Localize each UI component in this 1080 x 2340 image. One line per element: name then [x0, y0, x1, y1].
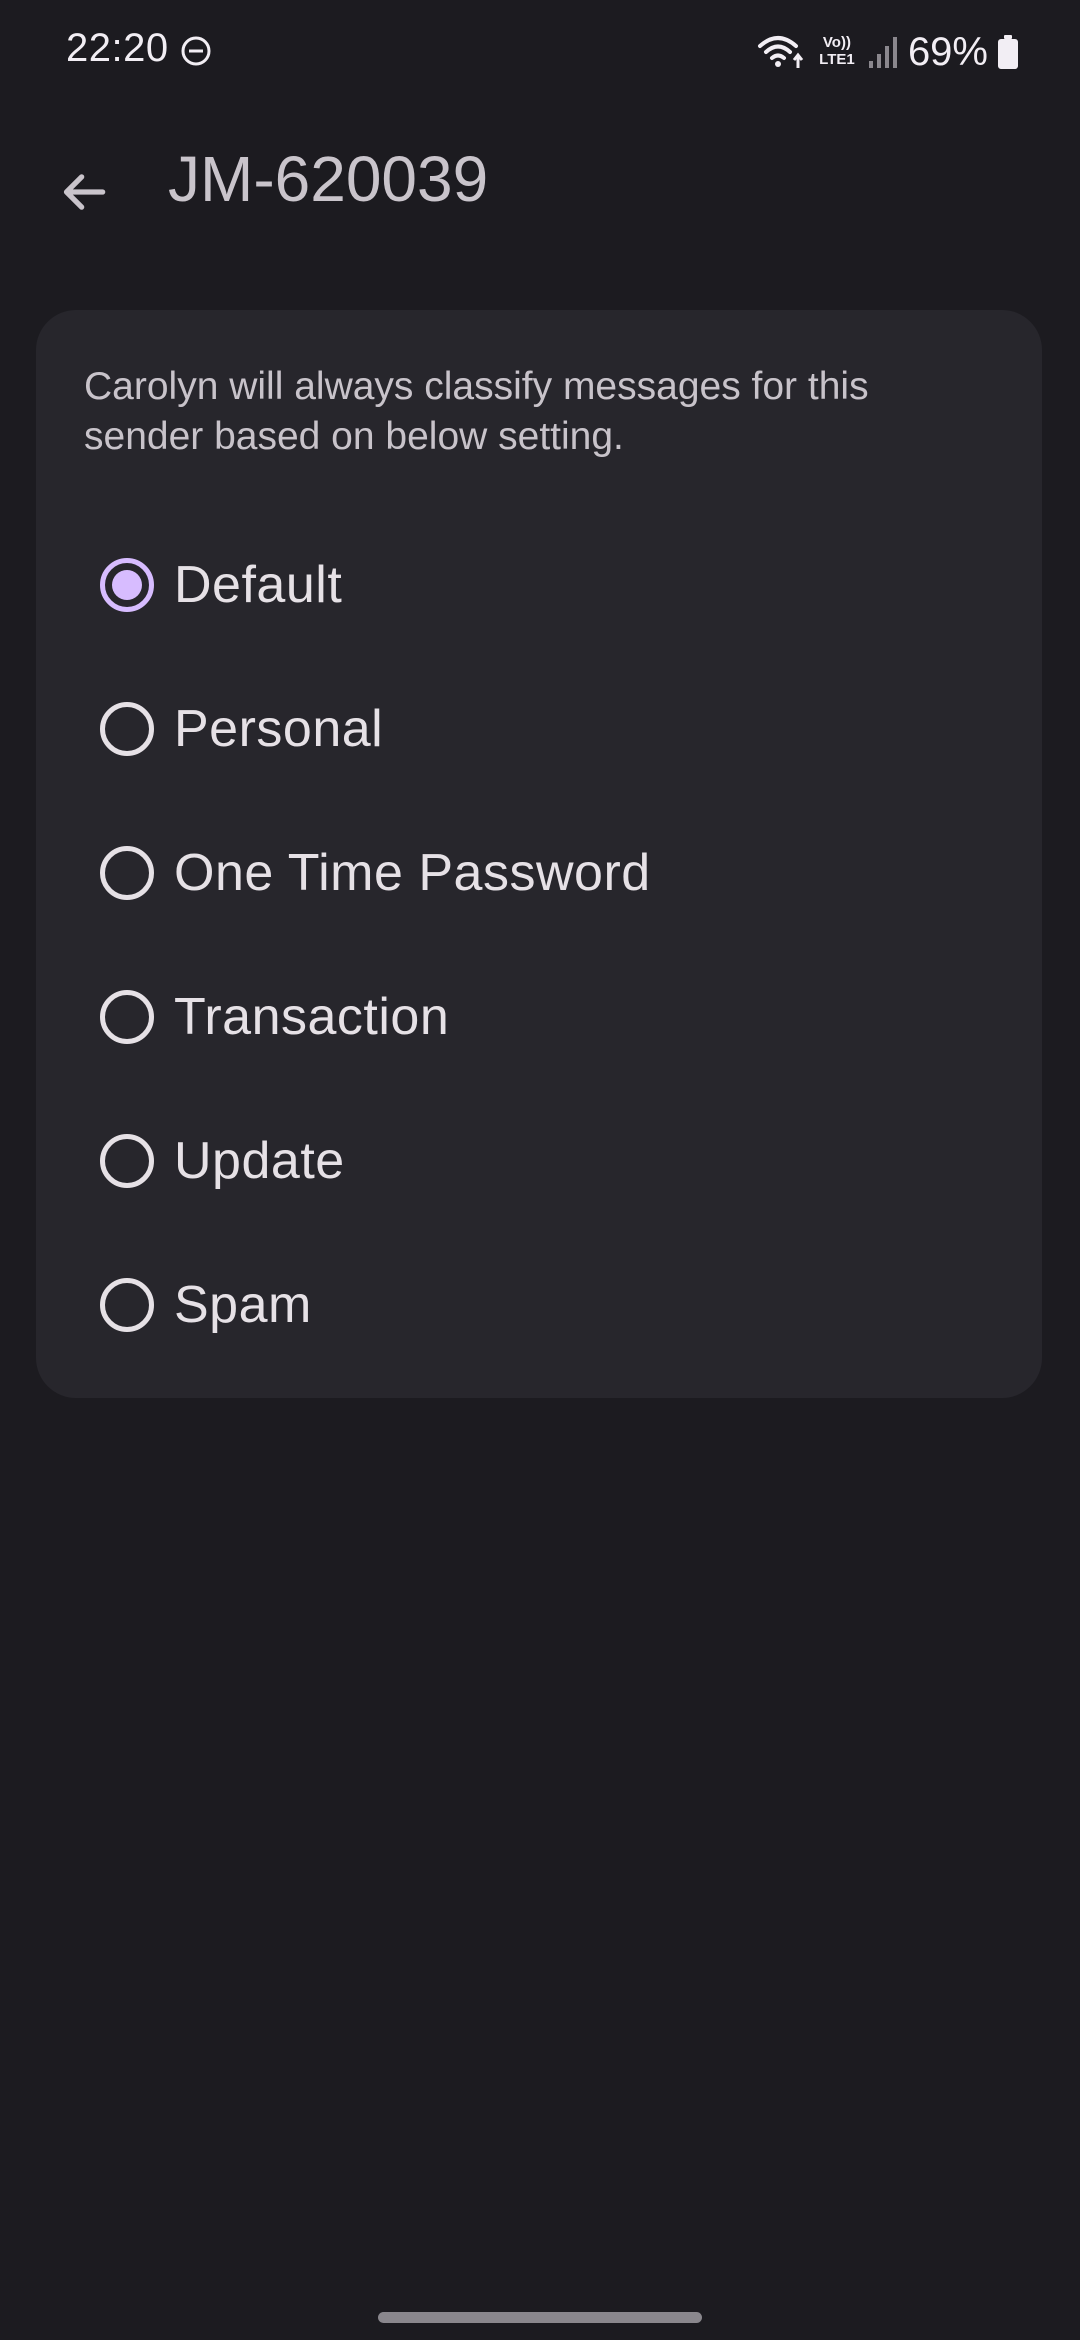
radio-button[interactable] — [100, 1134, 154, 1188]
status-bar: 22:20 Vo)) LTE1 69% — [0, 0, 1080, 100]
option-transaction[interactable]: Transaction — [94, 967, 994, 1067]
battery-percent: 69% — [907, 29, 988, 74]
option-label: Spam — [174, 1276, 312, 1334]
do-not-disturb-icon — [181, 36, 211, 66]
option-personal[interactable]: Personal — [94, 679, 994, 779]
radio-button[interactable] — [100, 1278, 154, 1332]
wifi-icon — [757, 36, 804, 68]
radio-button[interactable] — [100, 846, 154, 900]
battery-icon — [998, 35, 1018, 69]
option-default[interactable]: Default — [94, 535, 994, 635]
volte-icon: Vo)) LTE1 — [816, 34, 858, 74]
volte-label-bottom: LTE1 — [819, 51, 855, 68]
option-label: One Time Password — [174, 844, 651, 902]
status-icons: Vo)) LTE1 69% — [756, 26, 1018, 78]
radio-button-selected[interactable] — [100, 558, 154, 612]
option-spam[interactable]: Spam — [94, 1255, 994, 1355]
radio-button[interactable] — [100, 990, 154, 1044]
volte-label-top: Vo)) — [822, 34, 851, 51]
screen: 22:20 Vo)) LTE1 69% JM-620039 Carolyn wi… — [0, 0, 1080, 2340]
radio-button[interactable] — [100, 702, 154, 756]
radio-dot — [112, 570, 142, 600]
option-label: Default — [174, 556, 343, 614]
back-button[interactable] — [44, 152, 124, 232]
status-time: 22:20 — [66, 26, 169, 70]
classification-description: Carolyn will always classify messages fo… — [84, 365, 869, 458]
option-label: Transaction — [174, 988, 450, 1046]
option-label: Update — [174, 1132, 345, 1190]
option-update[interactable]: Update — [94, 1111, 994, 1211]
app-bar: JM-620039 — [0, 130, 1080, 230]
cellular-signal-icon — [868, 37, 897, 68]
option-label: Personal — [174, 700, 384, 758]
home-indicator[interactable] — [378, 2312, 702, 2323]
option-one-time-password[interactable]: One Time Password — [94, 823, 994, 923]
page-title: JM-620039 — [168, 143, 489, 215]
classification-card: Carolyn will always classify messages fo… — [36, 310, 1042, 1398]
arrow-back-icon — [63, 174, 106, 210]
